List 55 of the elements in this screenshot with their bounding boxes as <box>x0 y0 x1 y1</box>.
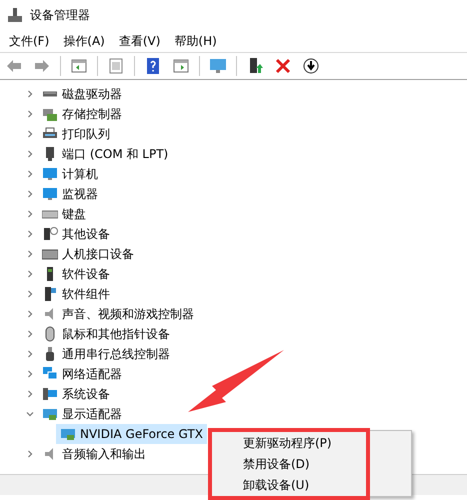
chevron-right-icon[interactable] <box>26 370 34 378</box>
tree-item[interactable]: 其他设备 <box>38 224 114 244</box>
monitor-icon <box>42 166 58 182</box>
chevron-right-icon[interactable] <box>26 230 34 238</box>
device-icon <box>42 286 58 302</box>
chevron-right-icon[interactable] <box>26 250 34 258</box>
monitor-icon <box>42 186 58 202</box>
device-manager-icon <box>8 8 22 22</box>
controller-icon <box>42 106 58 122</box>
tree-item[interactable]: 端口 (COM 和 LPT) <box>38 144 172 164</box>
chevron-right-icon[interactable] <box>26 450 34 458</box>
menu-item[interactable]: 操作(A) <box>56 30 112 52</box>
unknown-device-icon <box>42 226 58 242</box>
tree-item[interactable]: 音频输入和输出 <box>38 444 150 464</box>
menu-item[interactable]: 查看(V) <box>112 30 168 52</box>
chevron-right-icon[interactable] <box>26 350 34 358</box>
tree-item[interactable]: 通用串行总线控制器 <box>38 344 174 364</box>
window-title: 设备管理器 <box>30 6 90 24</box>
menu-item[interactable]: 文件(F) <box>2 30 56 52</box>
display-adapter-icon <box>42 406 58 422</box>
chevron-right-icon[interactable] <box>26 330 34 338</box>
context-menu-item[interactable]: 卸载设备(U) <box>213 475 367 496</box>
chevron-right-icon[interactable] <box>26 190 34 198</box>
chevron-right-icon[interactable] <box>26 90 34 98</box>
chevron-right-icon[interactable] <box>26 310 34 318</box>
tree-item[interactable]: 键盘 <box>38 204 90 224</box>
computer-icon <box>42 386 58 402</box>
chevron-right-icon[interactable] <box>26 170 34 178</box>
tree-item[interactable]: 网络适配器 <box>38 364 126 384</box>
tree-item[interactable]: 磁盘驱动器 <box>38 84 126 104</box>
tree-item[interactable]: 人机接口设备 <box>38 244 138 264</box>
tree-item[interactable]: 鼠标和其他指针设备 <box>38 324 174 344</box>
tree-item[interactable]: 监视器 <box>38 184 102 204</box>
context-menu-item[interactable]: 更新驱动程序(P) <box>213 433 367 454</box>
chevron-right-icon[interactable] <box>26 290 34 298</box>
menu-item[interactable]: 帮助(H) <box>167 30 224 52</box>
chevron-right-icon[interactable] <box>26 390 34 398</box>
tree-item[interactable]: 系统设备 <box>38 384 114 404</box>
tree-item[interactable]: 声音、视频和游戏控制器 <box>38 304 198 324</box>
chevron-right-icon[interactable] <box>26 270 34 278</box>
tree-item[interactable]: NVIDIA GeForce GTX <box>56 424 207 444</box>
display-adapter-icon <box>60 426 76 442</box>
tree-item[interactable]: 软件组件 <box>38 284 114 304</box>
tree-item[interactable]: 软件设备 <box>38 264 114 284</box>
context-menu-item[interactable]: 禁用设备(D) <box>213 454 367 475</box>
chevron-right-icon[interactable] <box>26 110 34 118</box>
drive-icon <box>42 91 58 97</box>
chevron-right-icon[interactable] <box>26 150 34 158</box>
tree-item[interactable]: 存储控制器 <box>38 104 126 124</box>
chevron-right-icon[interactable] <box>26 210 34 218</box>
tree-item[interactable]: 打印队列 <box>38 124 114 144</box>
tree-item[interactable]: 计算机 <box>38 164 102 184</box>
chevron-down-icon[interactable] <box>26 410 34 418</box>
chevron-right-icon[interactable] <box>26 130 34 138</box>
tree-item[interactable]: 显示适配器 <box>38 404 126 424</box>
